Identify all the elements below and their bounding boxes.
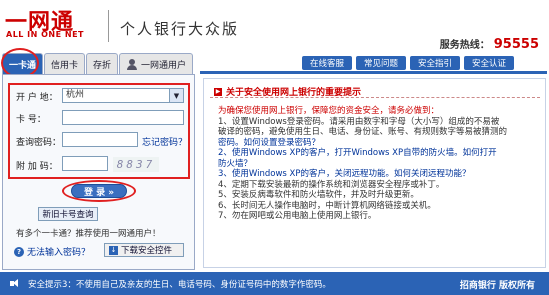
header: 一网通 ALL IN ONE NET 个人银行大众版 服务热线： 95555 [0,0,549,52]
nav-online-service[interactable]: 在线客服 [302,56,353,70]
nav-faq[interactable]: 常见问题 [356,56,407,70]
tab-passbook[interactable]: 存折 [86,53,119,74]
captcha-input[interactable] [62,156,108,171]
cant-input-link[interactable]: ? 无法输入密码？ [14,245,90,258]
notice-line: 为确保您使用网上银行，保障您的资金安全，请务必做到： [218,106,440,116]
notice-line: 6、长时间无人操作电脑时，中断计算机网络链接或关机。 [218,200,436,211]
security-tip: 安全提示3：不使用自己及亲友的生日、电话号码、身份证号码中的数字作密码。 [28,279,331,290]
card-label: 卡 号： [16,115,46,125]
captcha-image[interactable]: 8837 [113,157,159,172]
highlight-ellipse-login [62,180,136,202]
region-value: 杭州 [66,90,85,100]
notice-line: 1、设置Windows登录密码。请采用由数字和字母（大小写）组成的不易被 [218,116,500,127]
notice-line[interactable]: 3、使用Windows XP的客户，关闭远程功能。如何关闭远程功能？ [218,169,538,180]
card-number-input[interactable] [62,110,184,125]
region-label: 开 户 地： [16,93,58,103]
card-query-button[interactable]: 新旧卡号查询 [38,207,98,221]
notice-line: 7、勿在网吧或公用电脑上使用网上银行。 [218,211,377,221]
notice-divider [210,97,540,98]
chevron-down-icon: ▼ [169,89,183,102]
hotline-label: 服务热线： [439,40,490,51]
password-input[interactable] [62,132,138,147]
region-select[interactable]: 杭州 ▼ [62,88,184,103]
tab-net-user[interactable]: 一网通用户 [119,53,194,74]
hotline-number: 95555 [493,37,539,52]
speaker-icon [10,279,20,288]
service-nav: 在线客服 常见问题 安全指引 安全认证 [298,56,515,70]
cant-input-label: 无法输入密码？ [27,248,91,258]
page-title: 个人银行大众版 [120,20,240,38]
nav-security-guide[interactable]: 安全指引 [410,56,461,70]
notice-line[interactable]: 密码。如何设置登录密码？ [218,138,538,149]
tab-net-user-label: 一网通用户 [141,60,187,71]
captcha-label: 附 加 码： [16,162,58,172]
notice-body: 为确保您使用网上银行，保障您的资金安全，请务必做到： 1、设置Windows登录密… [218,106,538,222]
tab-credit-card[interactable]: 信用卡 [44,53,86,74]
logo-divider [108,10,109,42]
download-icon: ↓ [109,245,118,255]
net-user-hint[interactable]: 有多个一卡通？推荐使用一网通用户！ [16,227,161,239]
forgot-password-link[interactable]: 忘记密码？ [142,135,187,148]
user-icon [126,58,138,70]
download-control-label: 下载安全控件 [121,246,173,256]
logo-subtext: ALL IN ONE NET [6,30,84,39]
notice-line[interactable]: 2、使用Windows XP的客户，打开Windows XP自带的防火墙。如何打… [218,148,538,159]
hotline: 服务热线： 95555 [440,36,539,52]
password-label: 查询密码： [16,138,62,148]
nav-underline [200,71,547,74]
notice-line[interactable]: 防火墙？ [218,159,538,170]
notice-line: 破译的密码，避免使用生日、电话、身份证、账号、有规则数字等易被猜测的 [218,127,508,137]
notice-line: 4、定期下载安装最新的操作系统和浏览器安全程序或补丁。 [218,179,445,190]
help-icon: ? [14,246,24,257]
arrow-right-icon: ▶ [214,87,222,96]
footer: 安全提示3：不使用自己及亲友的生日、电话号码、身份证号码中的数字作密码。 招商银… [0,272,549,295]
download-control-button[interactable]: ↓ 下载安全控件 [104,243,184,257]
copyright: 招商银行 版权所有 [459,281,535,291]
nav-security-cert[interactable]: 安全认证 [464,56,515,70]
notice-line: 5、安装反病毒软件和防火墙软件，并及时升级更新。 [218,190,419,200]
